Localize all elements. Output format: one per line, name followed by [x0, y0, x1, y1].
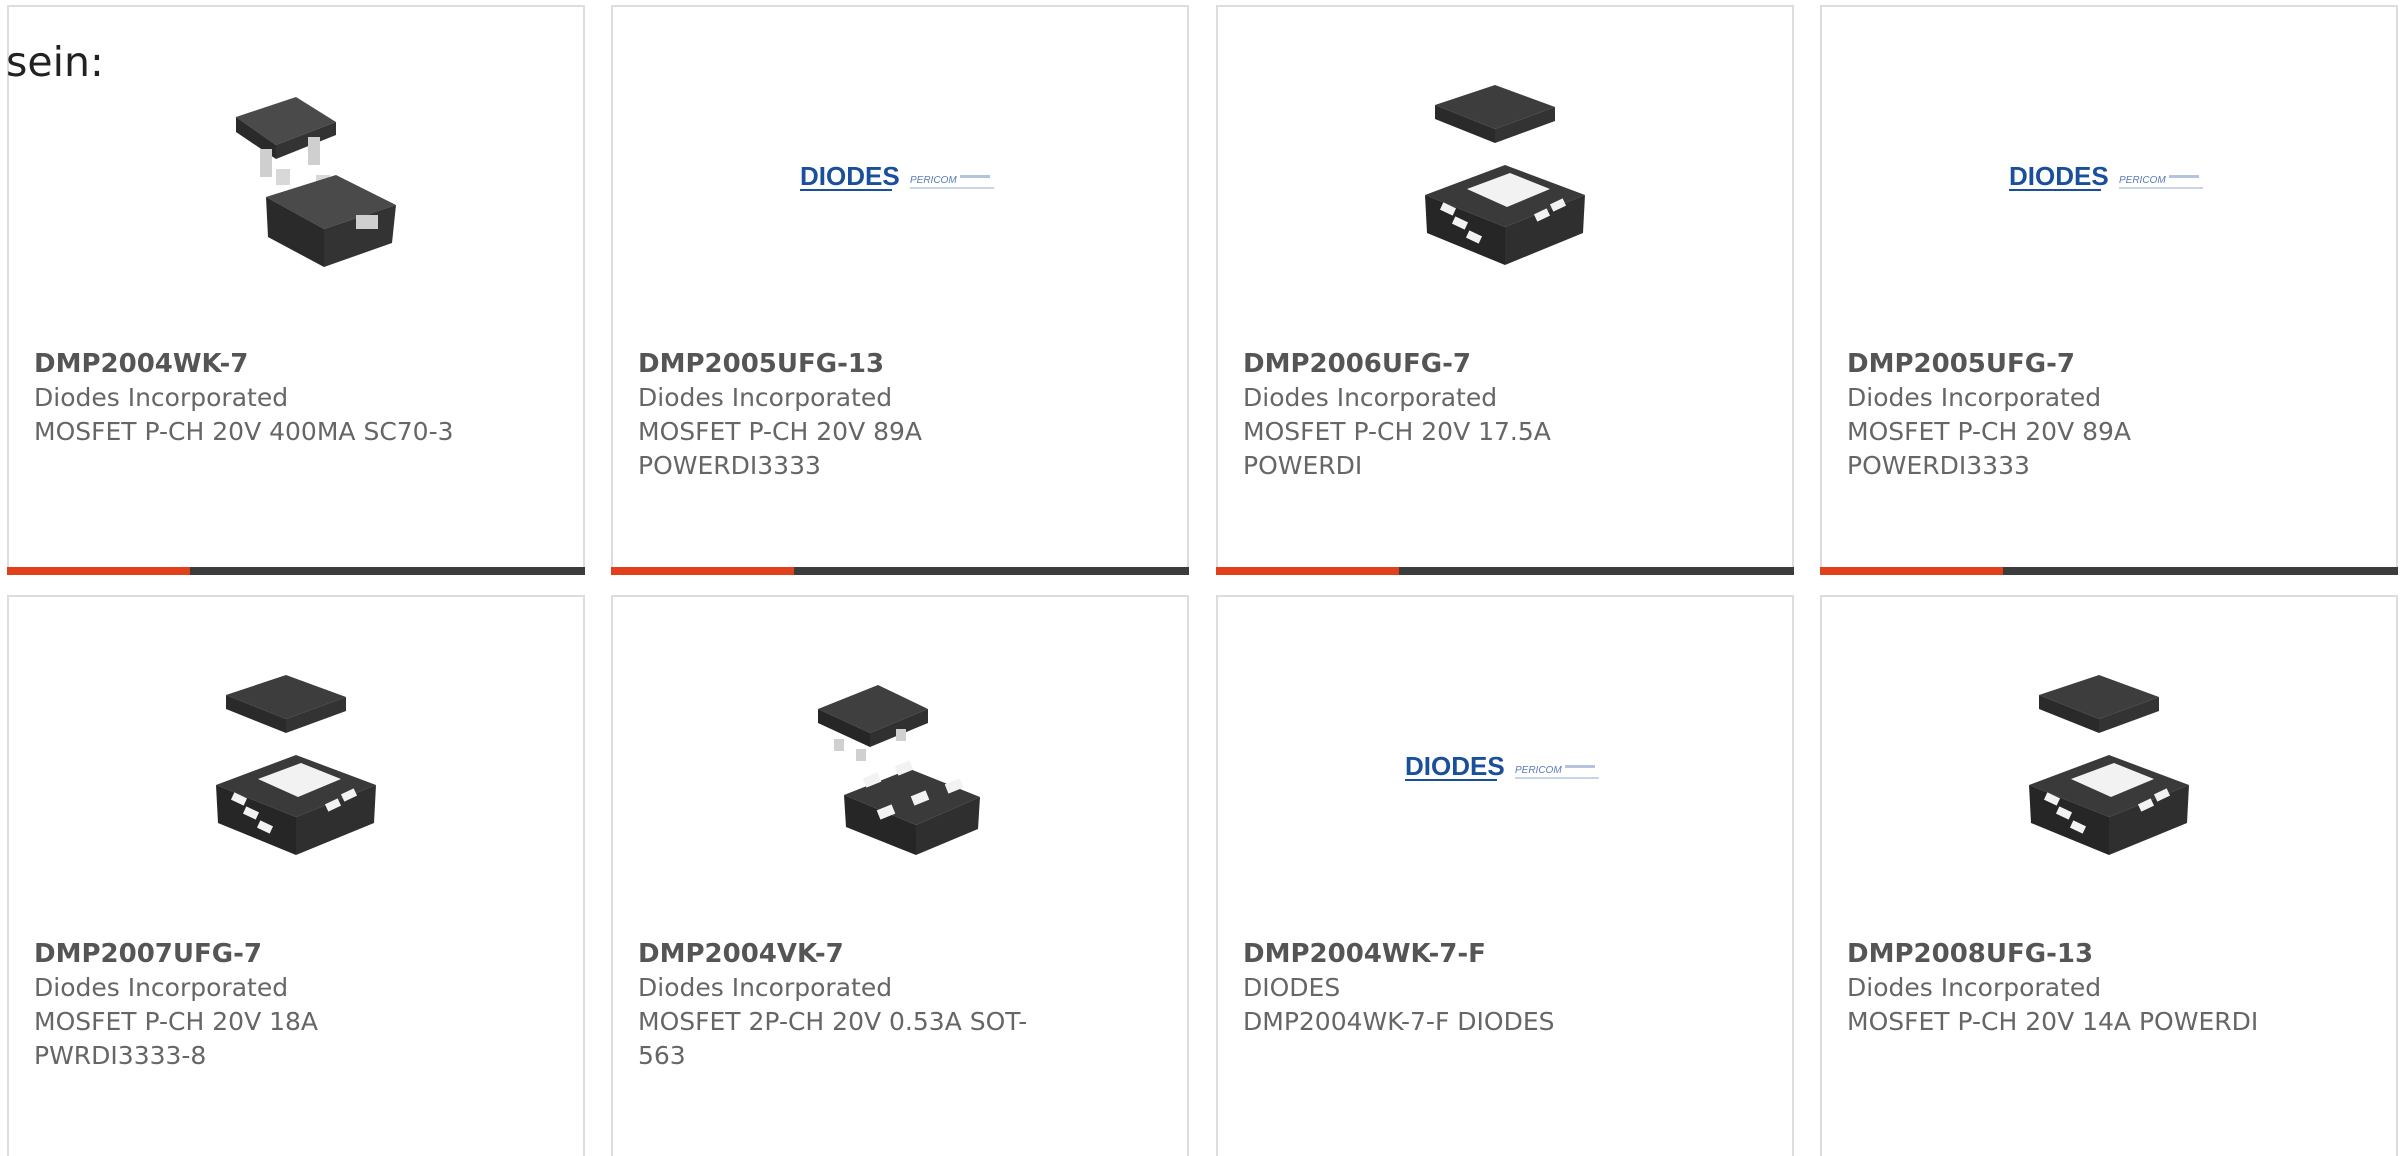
product-card[interactable]: DIODES PERICOM DMP2005UFG-13 Diodes Inco… — [611, 5, 1189, 575]
card-accent-bar — [7, 567, 190, 575]
manufacturer: DIODES — [1243, 973, 1341, 1002]
manufacturer: Diodes Incorporated — [638, 383, 893, 412]
product-info: DMP2004VK-7 Diodes Incorporated MOSFET 2… — [638, 937, 1108, 1073]
part-number[interactable]: DMP2005UFG-13 — [638, 347, 1108, 381]
pericom-logo-text: PERICOM — [910, 175, 957, 186]
description: MOSFET P-CH 20V 400MA SC70-3 — [34, 417, 454, 446]
card-bottom-bar — [1216, 567, 1794, 575]
card-accent-bar — [611, 567, 794, 575]
part-number[interactable]: DMP2004WK-7-F — [1243, 937, 1713, 971]
product-card[interactable]: DMP2006UFG-7 Diodes Incorporated MOSFET … — [1216, 5, 1794, 575]
powerdi-package-icon[interactable] — [196, 667, 396, 867]
part-number[interactable]: DMP2004VK-7 — [638, 937, 1108, 971]
product-info: DMP2006UFG-7 Diodes Incorporated MOSFET … — [1243, 347, 1713, 483]
product-info: DMP2004WK-7 Diodes Incorporated MOSFET P… — [34, 347, 504, 449]
product-info: DMP2005UFG-13 Diodes Incorporated MOSFET… — [638, 347, 1108, 483]
powerdi-package-icon[interactable] — [2009, 667, 2209, 867]
pericom-logo-text: PERICOM — [2119, 175, 2166, 186]
description: MOSFET P-CH 20V 18A PWRDI3333-8 — [34, 1007, 319, 1070]
card-accent-bar — [1216, 567, 1399, 575]
card-bottom-bar — [1820, 567, 2398, 575]
pericom-logo-text: PERICOM — [1515, 765, 1562, 776]
sc70-package-icon[interactable] — [196, 77, 396, 277]
diodes-logo[interactable]: DIODES PERICOM — [800, 77, 1000, 277]
diodes-logo[interactable]: DIODES PERICOM — [2009, 77, 2209, 277]
intro-text: sein: — [6, 38, 104, 86]
card-bottom-bar — [7, 567, 585, 575]
description: MOSFET P-CH 20V 89A POWERDI3333 — [638, 417, 923, 480]
part-number[interactable]: DMP2007UFG-7 — [34, 937, 504, 971]
product-card[interactable]: DMP2007UFG-7 Diodes Incorporated MOSFET … — [7, 595, 585, 1156]
product-info: DMP2004WK-7-F DIODES DMP2004WK-7-F DIODE… — [1243, 937, 1713, 1039]
product-card[interactable]: DMP2004WK-7 Diodes Incorporated MOSFET P… — [7, 5, 585, 575]
diodes-logo[interactable]: DIODES PERICOM — [1405, 667, 1605, 867]
description: MOSFET P-CH 20V 89A POWERDI3333 — [1847, 417, 2132, 480]
part-number[interactable]: DMP2004WK-7 — [34, 347, 504, 381]
diodes-logo-text: DIODES — [800, 161, 900, 191]
diodes-logo-text: DIODES — [2009, 161, 2109, 191]
product-info: DMP2007UFG-7 Diodes Incorporated MOSFET … — [34, 937, 504, 1073]
card-accent-bar — [1820, 567, 2003, 575]
product-info: DMP2005UFG-7 Diodes Incorporated MOSFET … — [1847, 347, 2317, 483]
diodes-logo-text: DIODES — [1405, 751, 1505, 781]
product-info: DMP2008UFG-13 Diodes Incorporated MOSFET… — [1847, 937, 2317, 1039]
manufacturer: Diodes Incorporated — [1847, 973, 2102, 1002]
product-listing-page: sein: DMP2004WK-7 Diodes Incorporated MO… — [0, 0, 2400, 1156]
manufacturer: Diodes Incorporated — [1243, 383, 1498, 412]
product-card[interactable]: DIODES PERICOM DMP2004WK-7-F DIODES DMP2… — [1216, 595, 1794, 1156]
part-number[interactable]: DMP2006UFG-7 — [1243, 347, 1713, 381]
description: MOSFET P-CH 20V 14A POWERDI — [1847, 1007, 2259, 1036]
manufacturer: Diodes Incorporated — [34, 383, 289, 412]
sot563-package-icon[interactable] — [800, 667, 1000, 867]
description: MOSFET P-CH 20V 17.5A POWERDI — [1243, 417, 1551, 480]
card-bottom-bar — [611, 567, 1189, 575]
powerdi-package-icon[interactable] — [1405, 77, 1605, 277]
product-card[interactable]: DMP2004VK-7 Diodes Incorporated MOSFET 2… — [611, 595, 1189, 1156]
part-number[interactable]: DMP2005UFG-7 — [1847, 347, 2317, 381]
product-grid: DMP2004WK-7 Diodes Incorporated MOSFET P… — [0, 0, 2400, 1156]
manufacturer: Diodes Incorporated — [34, 973, 289, 1002]
manufacturer: Diodes Incorporated — [638, 973, 893, 1002]
product-card[interactable]: DIODES PERICOM DMP2005UFG-7 Diodes Incor… — [1820, 5, 2398, 575]
product-card[interactable]: DMP2008UFG-13 Diodes Incorporated MOSFET… — [1820, 595, 2398, 1156]
description: DMP2004WK-7-F DIODES — [1243, 1007, 1555, 1036]
manufacturer: Diodes Incorporated — [1847, 383, 2102, 412]
description: MOSFET 2P-CH 20V 0.53A SOT-563 — [638, 1007, 1028, 1070]
part-number[interactable]: DMP2008UFG-13 — [1847, 937, 2317, 971]
